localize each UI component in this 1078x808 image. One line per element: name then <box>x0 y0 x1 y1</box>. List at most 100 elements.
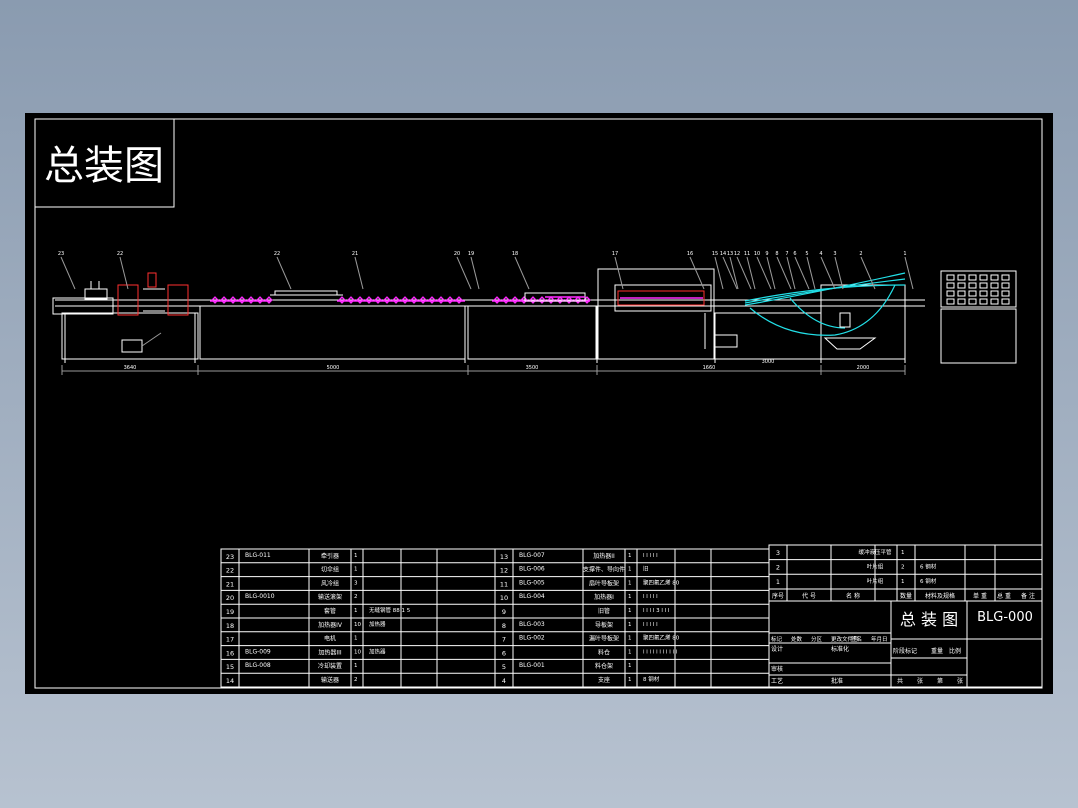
dim-label: 3500 <box>526 365 539 371</box>
bom-code: BLG-008 <box>245 662 271 669</box>
drawing-number: BLG-000 <box>977 610 1033 625</box>
title-block-name: 总 装 图 <box>900 610 958 629</box>
design-label: 设计 <box>771 645 783 653</box>
callout-number: 18 <box>512 251 518 257</box>
bom-name: 料仓架 <box>595 662 613 670</box>
machine-elevation: 3640 5000 3500 1660 3000 2000 23 22 22 2… <box>52 251 1017 375</box>
bom-code: BLG-0010 <box>245 593 275 600</box>
bom-table: 23 BLG-011 牵引器 122 切伞组 121 风冷组 320 BLG-0010 输送滚架 2… <box>220 548 770 688</box>
bom-qty: 1 <box>628 636 632 642</box>
bom-name: 切伞组 <box>321 566 339 574</box>
header-label: 材料及规格 <box>925 592 955 600</box>
header-label: 单 重 <box>973 592 987 600</box>
bom-material: 聚四氟乙烯 80 <box>643 578 680 586</box>
bom-no: 13 <box>500 553 508 561</box>
bom-name: 加热器III <box>318 648 342 656</box>
bom-name: 支座 <box>598 676 610 684</box>
bom-name: 漏叶导板架 <box>589 635 619 643</box>
callout-number: 9 <box>765 251 768 257</box>
bom-name: 加热器IV <box>318 621 343 629</box>
bom-material: 聚四氟乙烯 80 <box>643 634 680 642</box>
bom-name: 风冷组 <box>321 579 339 587</box>
bom-qty: 2 <box>354 677 358 683</box>
bom-qty: 3 <box>354 580 358 586</box>
bom-no: 8 <box>502 622 506 630</box>
callout-number: 8 <box>775 251 778 257</box>
bom-name: 导板架 <box>595 621 613 629</box>
tb-row-no: 2 <box>776 564 780 572</box>
bom-material: l l l l l <box>643 594 658 600</box>
bom-qty: 1 <box>628 580 632 586</box>
control-cabinet <box>940 270 1017 308</box>
bom-code: BLG-001 <box>519 662 545 669</box>
bom-code: BLG-007 <box>519 552 545 559</box>
cad-drawing: 总装图 3640 5000 3500 1660 3000 2000 23 22 … <box>34 118 1043 689</box>
bom-code: BLG-002 <box>519 635 545 642</box>
bom-material: l l l l l <box>643 553 658 559</box>
sheet-label: 共 <box>897 677 903 685</box>
bom-qty: 10 <box>354 622 361 628</box>
bom-no: 21 <box>226 580 234 588</box>
bom-qty: 1 <box>628 594 632 600</box>
bom-material: l l l l l l l l l l l <box>643 649 678 655</box>
bom-qty: 1 <box>354 608 358 614</box>
callout-number: 22 <box>117 251 123 257</box>
revision-label: 标记 <box>771 635 783 643</box>
header-label: 代 号 <box>802 592 816 600</box>
review-label: 审核 <box>771 665 783 673</box>
bom-no: 14 <box>226 677 234 685</box>
header-label: 序号 <box>772 592 784 600</box>
bom-no: 6 <box>502 649 506 657</box>
bom-qty: 1 <box>628 663 632 669</box>
bom-material: l l l l l <box>643 622 658 628</box>
bom-no: 7 <box>502 636 506 644</box>
dim-label: 2000 <box>857 365 870 371</box>
tb-row-qty: 1 <box>901 550 905 556</box>
bom-qty: 1 <box>628 622 632 628</box>
callout-number: 1 <box>903 251 906 257</box>
bom-no: 9 <box>502 608 506 616</box>
bom-no: 19 <box>226 608 234 616</box>
bom-code: BLG-009 <box>245 648 271 655</box>
bom-qty: 1 <box>628 649 632 655</box>
revision-label: 签名 <box>851 635 862 643</box>
bom-no: 12 <box>500 567 508 575</box>
bom-qty: 1 <box>628 567 632 573</box>
bom-name: 冷却装置 <box>318 662 342 670</box>
bom-name: 支撑件、导向件 <box>583 566 625 574</box>
bom-code: BLG-011 <box>245 552 271 559</box>
callout-number: 10 <box>754 251 760 257</box>
revision-label: 年月日 <box>871 635 888 643</box>
stage-label: 阶段标记 <box>893 647 917 655</box>
bom-code: BLG-006 <box>519 566 545 573</box>
bom-qty: 10 <box>354 649 361 655</box>
bom-no: 18 <box>226 622 234 630</box>
bom-name: 加热器II <box>593 552 615 560</box>
bom-material: 8 钢材 <box>643 675 660 683</box>
bom-no: 22 <box>226 567 234 575</box>
header-label: 数量 <box>900 592 912 600</box>
callout-number: 20 <box>454 251 460 257</box>
sheet-label: 张 <box>957 677 963 685</box>
bom-no: 11 <box>500 580 508 588</box>
revision-label: 处数 <box>791 635 803 643</box>
revision-label: 分区 <box>811 635 823 643</box>
bom-no: 16 <box>226 649 234 657</box>
bom-no: 5 <box>502 663 506 671</box>
tb-row-material: 6 钢材 <box>920 563 937 571</box>
bom-no: 23 <box>226 553 234 561</box>
callout-number: 16 <box>687 251 693 257</box>
dim-label: 3640 <box>124 365 137 371</box>
callout-number: 19 <box>468 251 474 257</box>
callout-number: 23 <box>58 251 64 257</box>
callout-number: 3 <box>833 251 836 257</box>
bom-no: 15 <box>226 663 234 671</box>
standard-label: 标准化 <box>831 645 849 653</box>
callout-number: 17 <box>612 251 618 257</box>
bom-code: BLG-005 <box>519 579 545 586</box>
bom-qty: 1 <box>354 636 358 642</box>
bom-material: 旧 <box>643 566 649 573</box>
weight-label: 重量 <box>931 647 943 655</box>
dim-label: 1660 <box>703 365 716 371</box>
callouts: 23 22 22 21 20 19 18 17 16 15 14 13 12 11 10 9 8 7 6 5 4 3 2 1 <box>58 251 914 290</box>
